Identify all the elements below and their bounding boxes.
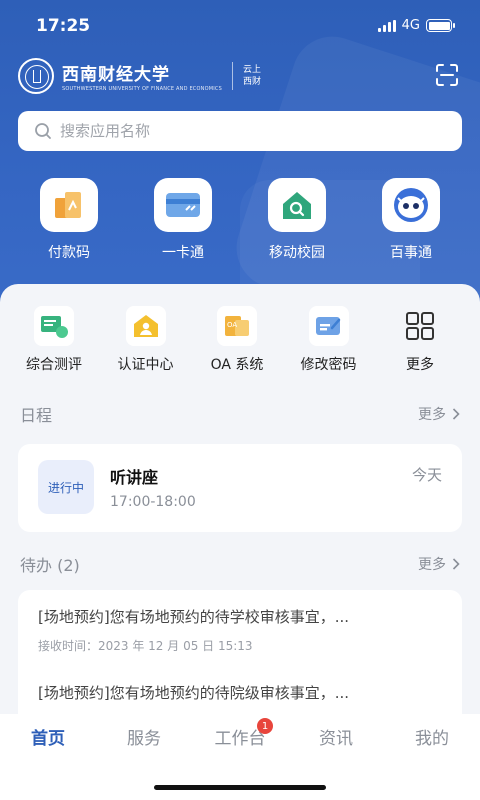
service-evaluation[interactable]: 综合测评	[12, 306, 96, 374]
bottom-tab-bar: 首页 服务 工作台 1 资讯 我的	[0, 714, 480, 800]
logo-divider	[231, 62, 233, 90]
quick-action-label: 一卡通	[162, 245, 204, 261]
university-subtitle: SOUTHWESTERN UNIVERSITY OF FINANCE AND E…	[62, 86, 222, 92]
todo-card: [场地预约]您有场地预约的待学校审核事宜，... 接收时间：2023 年 12 …	[18, 590, 462, 730]
tab-label: 工作台	[214, 729, 266, 749]
service-shortcuts: 综合测评 认证中心 OA OA 系统 修改密码 更多	[0, 284, 480, 374]
tab-home[interactable]: 首页	[8, 724, 88, 749]
auth-center-icon	[125, 306, 166, 346]
schedule-header: 日程 更多	[20, 402, 460, 426]
quick-action-payment-code[interactable]: 付款码	[19, 178, 119, 262]
todo-item[interactable]: [场地预约]您有场地预约的待学校审核事宜，... 接收时间：2023 年 12 …	[18, 590, 462, 654]
quick-action-campus-card[interactable]: 一卡通	[133, 178, 233, 262]
status-indicators: 4G	[377, 18, 455, 33]
tab-workbench[interactable]: 工作台 1	[200, 718, 280, 749]
todo-text: [场地预约]您有场地预约的待学校审核事宜，...	[38, 608, 350, 626]
network-label: 4G	[401, 18, 420, 33]
brand-tag-line: 云上	[242, 65, 261, 75]
home-indicator	[154, 785, 326, 790]
tab-services[interactable]: 服务	[104, 724, 184, 749]
service-change-password[interactable]: 修改密码	[287, 306, 371, 374]
service-label: OA 系统	[210, 357, 264, 373]
mobile-campus-icon	[268, 178, 326, 232]
schedule-event-day: 今天	[411, 466, 442, 484]
change-password-icon	[308, 306, 349, 346]
tab-news[interactable]: 资讯	[296, 724, 376, 749]
status-bar: 17:25 4G	[0, 14, 480, 40]
brand-tag-line: 西财	[242, 77, 261, 87]
service-label: 更多	[406, 357, 434, 373]
chevron-right-icon	[452, 408, 460, 420]
quick-action-label: 移动校园	[269, 245, 325, 261]
service-label: 综合测评	[26, 357, 82, 373]
status-time: 17:25	[36, 16, 91, 36]
schedule-event-title: 听讲座	[110, 468, 159, 487]
signal-icon	[377, 19, 396, 32]
robot-assistant-icon	[382, 178, 440, 232]
service-auth-center[interactable]: 认证中心	[104, 306, 188, 374]
quick-action-assistant[interactable]: 百事通	[361, 178, 461, 262]
more-label: 更多	[418, 557, 446, 573]
search-bar[interactable]	[18, 111, 462, 151]
schedule-more-link[interactable]: 更多	[418, 404, 460, 424]
more-label: 更多	[418, 407, 446, 423]
todo-text: [场地预约]您有场地预约的待院级审核事宜，...	[38, 684, 350, 702]
notification-badge: 1	[257, 718, 273, 734]
svg-text:OA: OA	[227, 321, 237, 329]
service-more[interactable]: 更多	[378, 306, 462, 374]
chevron-right-icon	[452, 558, 460, 570]
quick-action-label: 百事通	[390, 245, 432, 261]
schedule-title: 日程	[20, 406, 53, 425]
service-oa-system[interactable]: OA OA 系统	[195, 306, 279, 374]
quick-actions: 付款码 一卡通 移动校园 百事通	[0, 178, 480, 262]
quick-action-mobile-campus[interactable]: 移动校园	[247, 178, 347, 262]
todo-time: 接收时间：2023 年 12 月 05 日 15:13	[38, 639, 253, 653]
evaluation-icon	[34, 306, 74, 346]
university-name: 西南财经大学	[62, 65, 170, 85]
brand-tag: 云上 西财	[243, 64, 261, 88]
scan-icon[interactable]	[436, 64, 458, 86]
oa-system-icon: OA	[217, 306, 257, 346]
university-seal-icon	[18, 58, 54, 94]
schedule-card[interactable]: 进行中 听讲座 17:00-18:00 今天	[18, 444, 462, 532]
todo-header: 待办 (2) 更多	[20, 552, 460, 576]
todo-title: 待办 (2)	[20, 556, 80, 575]
service-label: 修改密码	[300, 357, 357, 373]
todo-item[interactable]: [场地预约]您有场地预约的待院级审核事宜，...	[18, 654, 462, 703]
tab-profile[interactable]: 我的	[392, 724, 472, 749]
search-input[interactable]	[60, 122, 420, 140]
university-logo: 西南财经大学 SOUTHWESTERN UNIVERSITY OF FINANC…	[18, 58, 261, 94]
schedule-event-time: 17:00-18:00	[110, 494, 196, 510]
header-banner	[0, 0, 480, 330]
service-label: 认证中心	[117, 357, 174, 373]
grid-more-icon	[400, 306, 440, 346]
payment-code-icon	[40, 178, 98, 232]
main-panel: 综合测评 认证中心 OA OA 系统 修改密码 更多 日程 更多 进行中 听讲座…	[0, 284, 480, 730]
todo-more-link[interactable]: 更多	[418, 554, 460, 574]
quick-action-label: 付款码	[48, 245, 90, 261]
campus-card-icon	[154, 178, 212, 232]
battery-icon	[426, 19, 455, 32]
search-icon	[35, 123, 51, 139]
status-badge: 进行中	[38, 460, 94, 514]
